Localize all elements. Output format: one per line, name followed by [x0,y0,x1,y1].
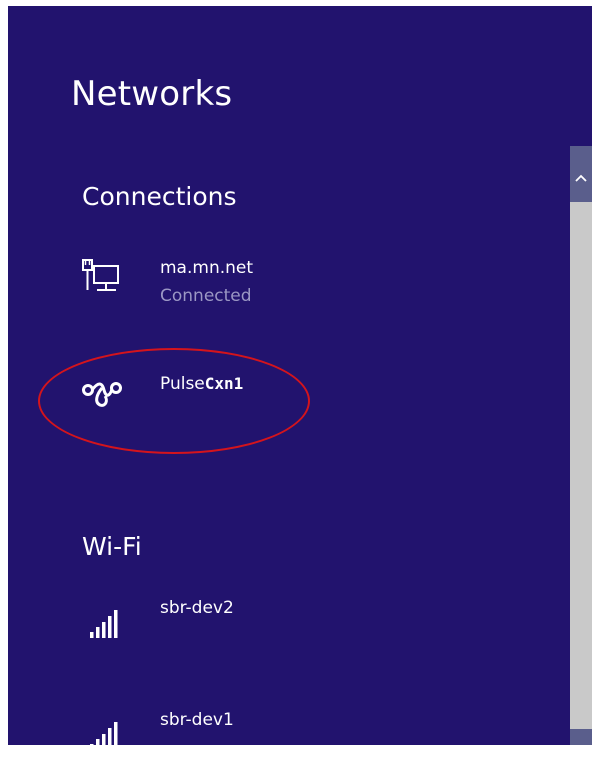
scroll-up-button[interactable] [570,146,592,202]
scrollbar[interactable] [570,146,592,745]
wifi-signal-icon [88,718,120,745]
connection-item-ma-mn-net[interactable]: ma.mn.net Connected [68,252,508,322]
connection-name-prefix: Pulse [160,374,205,394]
wifi-name: sbr-dev2 [160,598,234,618]
connection-name: ma.mn.net [160,258,254,278]
networks-panel: Networks Connections ma.mn.net Connected [8,6,592,745]
wifi-name: sbr-dev1 [160,710,234,730]
connection-status: Connected [160,286,252,306]
wifi-item-sbr-dev2[interactable]: sbr-dev2 [68,592,508,662]
connection-name: PulseCxn1 [160,374,243,394]
wired-network-icon [80,258,124,302]
vpn-icon [80,372,126,416]
panel-title: Networks [71,74,233,114]
connection-name-suffix: Cxn1 [204,374,244,393]
wifi-item-sbr-dev1[interactable]: sbr-dev1 [68,704,508,745]
chevron-up-icon [575,168,587,182]
wifi-heading: Wi-Fi [82,532,142,561]
wifi-signal-icon [88,606,120,644]
connections-heading: Connections [82,182,237,211]
connection-item-pulse-cxn1[interactable]: PulseCxn1 [68,362,508,432]
scroll-down-button[interactable] [570,729,592,745]
